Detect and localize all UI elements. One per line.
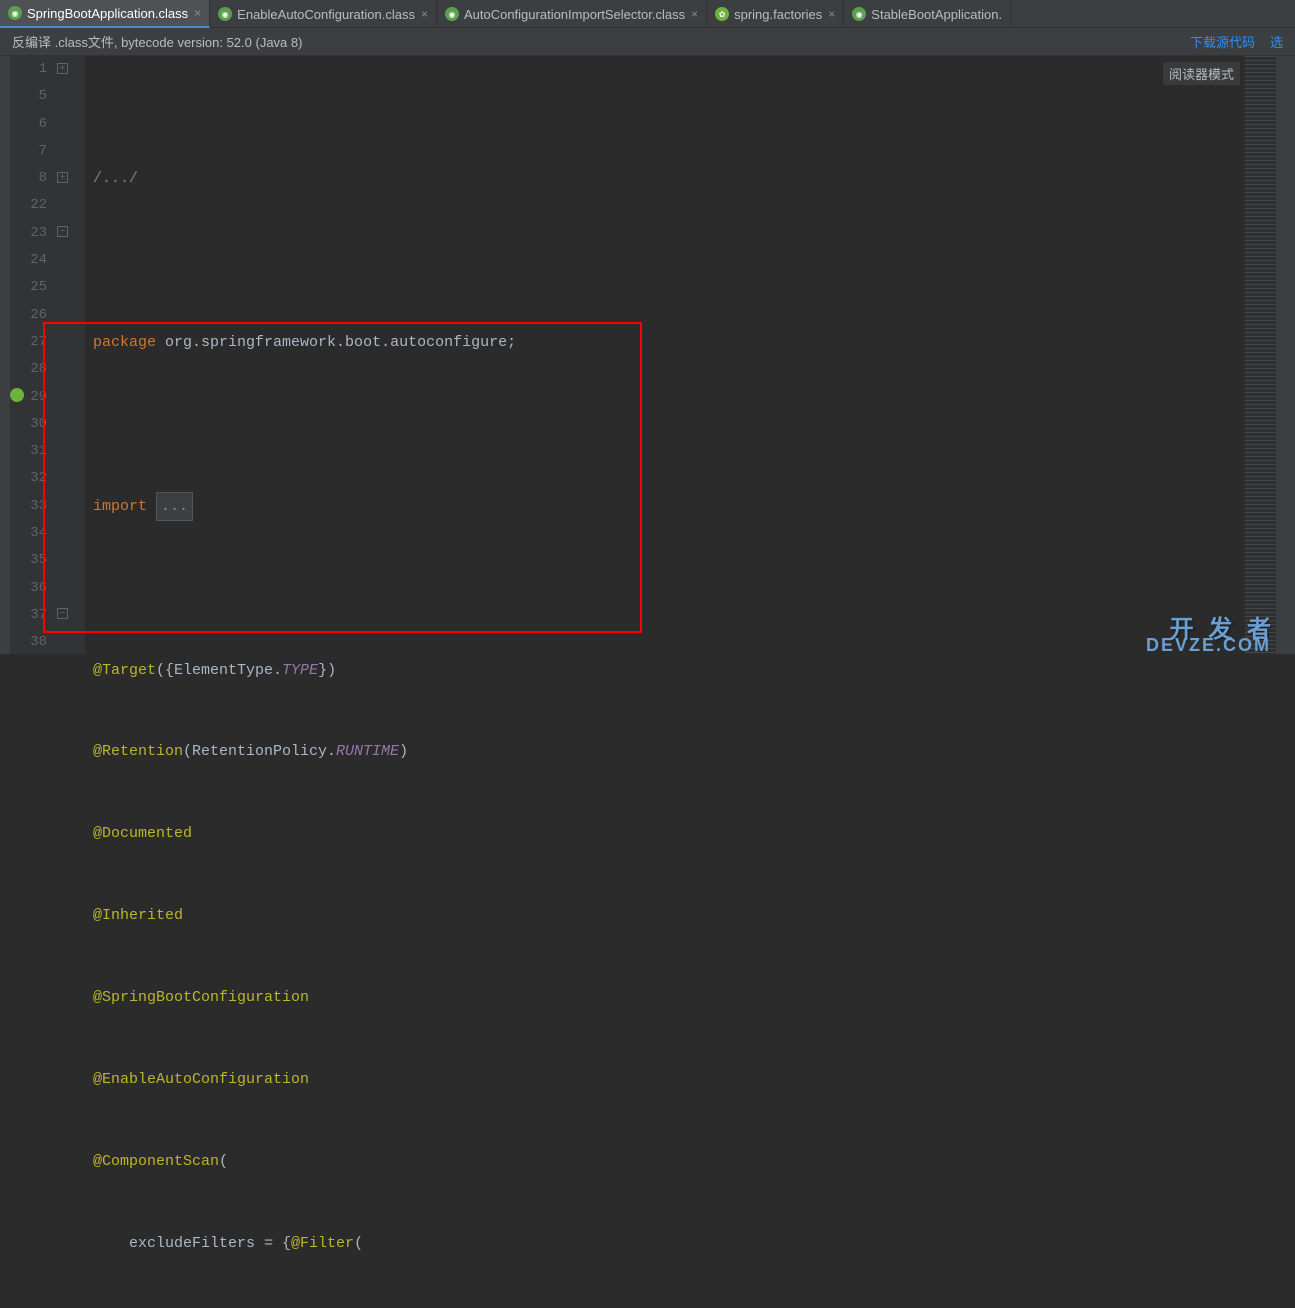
line-num: 26: [10, 302, 47, 329]
java-class-icon: ◉: [8, 6, 22, 20]
close-icon[interactable]: ×: [421, 7, 428, 21]
enum-field: RUNTIME: [336, 738, 399, 765]
watermark-sub: DEVZE.COM: [1146, 635, 1271, 656]
close-icon[interactable]: ×: [194, 6, 201, 20]
java-class-icon: ◉: [218, 7, 232, 21]
annotation: @ComponentScan: [93, 1148, 219, 1175]
tab-label: SpringBootApplication.class: [27, 6, 188, 21]
line-num: 34: [10, 520, 47, 547]
code-editor[interactable]: /.../ package org.springframework.boot.a…: [85, 56, 1295, 654]
tab-label: StableBootApplication.: [871, 7, 1002, 22]
fold-icon[interactable]: +: [57, 172, 68, 183]
line-num: 7: [10, 138, 47, 165]
line-num: 33: [10, 493, 47, 520]
line-num: 37: [10, 602, 47, 629]
tabs-bar: ◉ SpringBootApplication.class × ◉ Enable…: [0, 0, 1295, 28]
line-num: 8: [10, 165, 47, 192]
tab-label: spring.factories: [734, 7, 822, 22]
folded-imports[interactable]: ...: [156, 492, 193, 521]
line-num: 22: [10, 192, 47, 219]
annotation: @Documented: [93, 820, 192, 847]
annotation: @EnableAutoConfiguration: [93, 1066, 309, 1093]
line-num: 30: [10, 411, 47, 438]
java-class-icon: ◉: [852, 7, 866, 21]
annotation: @SpringBootConfiguration: [93, 984, 309, 1011]
tab-stable-boot[interactable]: ◉ StableBootApplication.: [844, 0, 1011, 28]
code-comment: /.../: [93, 165, 138, 192]
fold-icon[interactable]: −: [57, 608, 68, 619]
minimap-content: [1245, 56, 1275, 654]
line-num: 23: [10, 220, 47, 247]
close-icon[interactable]: ×: [828, 7, 835, 21]
line-num: 28: [10, 356, 47, 383]
line-num: 6: [10, 111, 47, 138]
line-num: 38: [10, 629, 47, 656]
line-num: 5: [10, 83, 47, 110]
line-gutter[interactable]: 1 5 6 7 8 22 23 24 25 26 27 28 29 30 31 …: [10, 56, 55, 654]
spring-gutter-icon[interactable]: [10, 388, 24, 402]
spring-icon: ✿: [715, 7, 729, 21]
line-num: 35: [10, 547, 47, 574]
editor-area: 1 5 6 7 8 22 23 24 25 26 27 28 29 30 31 …: [0, 56, 1295, 654]
scrollbar[interactable]: [1275, 56, 1295, 654]
annotation: @Filter: [291, 1230, 354, 1257]
fold-icon[interactable]: −: [57, 226, 68, 237]
keyword: package: [93, 329, 156, 356]
decompile-info: 反编译 .class文件, bytecode version: 52.0 (Ja…: [12, 32, 302, 51]
minimap[interactable]: [1245, 56, 1275, 654]
java-class-icon: ◉: [445, 7, 459, 21]
tab-springboot-app[interactable]: ◉ SpringBootApplication.class ×: [0, 0, 210, 28]
fold-icon[interactable]: +: [57, 63, 68, 74]
package-name: org.springframework.boot.autoconfigure: [165, 329, 507, 356]
line-num: 25: [10, 274, 47, 301]
info-bar: 反编译 .class文件, bytecode version: 52.0 (Ja…: [0, 28, 1295, 56]
annotation: @Target: [93, 657, 156, 684]
enum-field: TYPE: [282, 657, 318, 684]
tab-label: EnableAutoConfiguration.class: [237, 7, 415, 22]
tab-label: AutoConfigurationImportSelector.class: [464, 7, 685, 22]
download-source-link[interactable]: 下载源代码: [1190, 32, 1255, 51]
tab-spring-factories[interactable]: ✿ spring.factories ×: [707, 0, 844, 28]
tab-enable-autoconfig[interactable]: ◉ EnableAutoConfiguration.class ×: [210, 0, 437, 28]
select-link[interactable]: 选: [1270, 32, 1283, 51]
line-num: 1: [10, 56, 47, 83]
line-num: 36: [10, 575, 47, 602]
tab-autoconfig-selector[interactable]: ◉ AutoConfigurationImportSelector.class …: [437, 0, 707, 28]
line-num: 31: [10, 438, 47, 465]
annotation: @Retention: [93, 738, 183, 765]
annotation: @Inherited: [93, 902, 183, 929]
fold-gutter: + + − −: [55, 56, 85, 654]
line-num: 27: [10, 329, 47, 356]
close-icon[interactable]: ×: [691, 7, 698, 21]
line-num: 32: [10, 465, 47, 492]
left-strip: [0, 56, 10, 654]
line-num: 24: [10, 247, 47, 274]
reader-mode-label[interactable]: 阅读器模式: [1163, 62, 1240, 85]
keyword: import: [93, 493, 147, 520]
